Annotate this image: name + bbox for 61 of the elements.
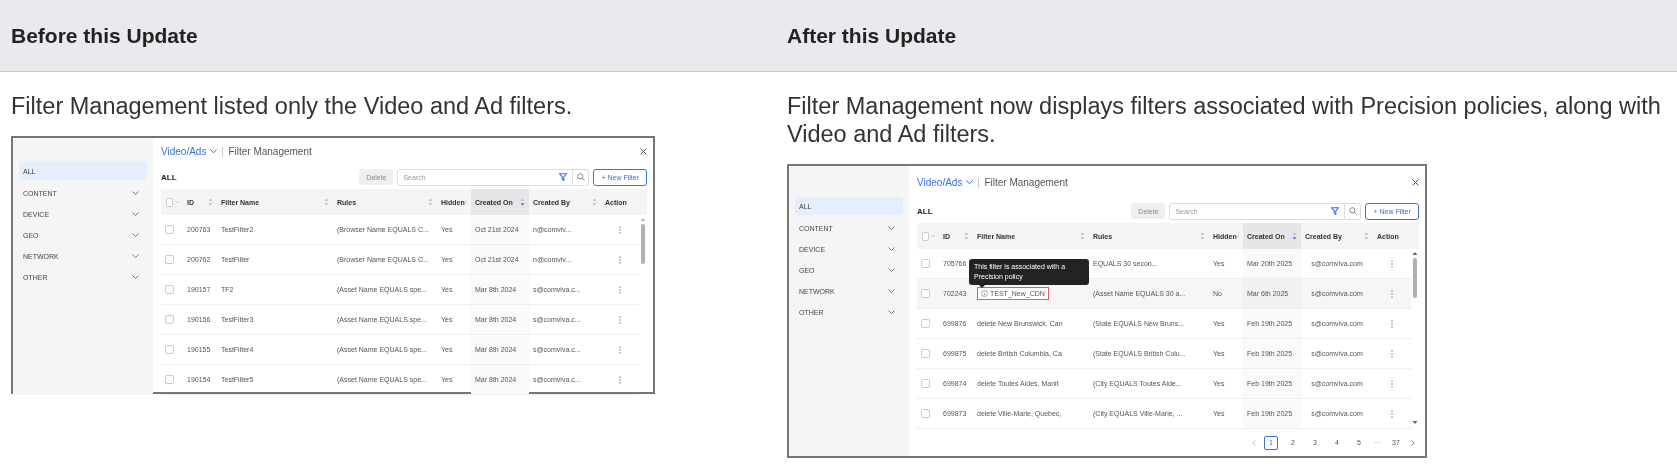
scrollbar-thumb[interactable]	[641, 224, 645, 264]
sort-icon[interactable]	[1200, 232, 1205, 240]
previous-page-icon[interactable]	[1252, 439, 1256, 446]
row-checkbox[interactable]	[921, 409, 930, 418]
row-checkbox[interactable]	[165, 345, 174, 354]
scroll-down-icon[interactable]	[1412, 420, 1418, 425]
description-text: Filter Management listed only the Video and Ad filters.	[11, 92, 574, 120]
close-icon[interactable]	[640, 148, 647, 155]
sort-icon[interactable]	[520, 198, 525, 206]
scrollbar-thumb[interactable]	[1413, 258, 1417, 298]
description-text: Filter Management now displays filters associated with Precision policies, along with Video and Ad filters.	[787, 92, 1662, 148]
chevron-down-icon[interactable]	[132, 275, 139, 280]
section-heading: Before this Update	[11, 23, 198, 48]
sort-icon[interactable]	[592, 198, 597, 206]
sort-icon[interactable]	[428, 198, 433, 206]
close-icon[interactable]	[1412, 179, 1419, 186]
select-all-checkbox[interactable]	[922, 231, 930, 241]
row-checkbox[interactable]	[165, 375, 174, 384]
chevron-down-icon[interactable]	[888, 226, 895, 231]
page-title: Filter Management	[984, 177, 1068, 188]
row-checkbox[interactable]	[165, 285, 174, 294]
section-title: ALL	[161, 172, 177, 182]
section-title: ALL	[917, 206, 933, 216]
chevron-down-icon	[966, 180, 974, 185]
row-checkbox[interactable]	[165, 225, 174, 234]
info-icon[interactable]	[981, 290, 988, 297]
row-checkbox[interactable]	[165, 315, 174, 324]
row-checkbox[interactable]	[165, 255, 174, 264]
sort-icon[interactable]	[1364, 232, 1369, 240]
scroll-up-icon[interactable]	[1412, 251, 1418, 256]
next-page-icon[interactable]	[1411, 439, 1415, 446]
row-checkbox[interactable]	[921, 319, 930, 328]
page-title: Filter Management	[228, 146, 312, 157]
row-checkbox[interactable]	[921, 379, 930, 388]
section-heading: After this Update	[787, 23, 957, 48]
filter-icon[interactable]	[559, 173, 568, 181]
breadcrumb-dropdown[interactable]: Video/Ads	[917, 177, 974, 188]
chevron-down-icon[interactable]	[888, 268, 895, 273]
chevron-down-icon[interactable]	[132, 233, 139, 238]
sort-icon[interactable]	[1080, 232, 1085, 240]
search-icon[interactable]	[576, 173, 585, 181]
search-button[interactable]	[1345, 202, 1362, 220]
chevron-down-icon[interactable]	[132, 212, 139, 217]
sort-icon[interactable]	[1292, 232, 1297, 240]
chevron-down-icon[interactable]	[132, 191, 139, 196]
sort-icon[interactable]	[964, 232, 969, 240]
chevron-down-icon[interactable]	[888, 247, 895, 252]
chevron-down-icon[interactable]	[888, 310, 895, 315]
row-checkbox[interactable]	[921, 349, 930, 358]
chevron-down-icon	[210, 149, 218, 154]
row-checkbox[interactable]	[921, 259, 930, 268]
chevron-down-icon[interactable]	[888, 289, 895, 294]
search-button[interactable]	[573, 168, 590, 186]
breadcrumb-dropdown[interactable]: Video/Ads	[161, 146, 218, 157]
filter-icon[interactable]	[1331, 207, 1340, 215]
sort-icon[interactable]	[208, 198, 213, 206]
sort-icon[interactable]	[324, 198, 329, 206]
row-checkbox[interactable]	[921, 289, 930, 298]
chevron-down-icon[interactable]	[132, 254, 139, 259]
select-all-checkbox[interactable]	[166, 197, 174, 207]
search-icon[interactable]	[1348, 207, 1357, 215]
